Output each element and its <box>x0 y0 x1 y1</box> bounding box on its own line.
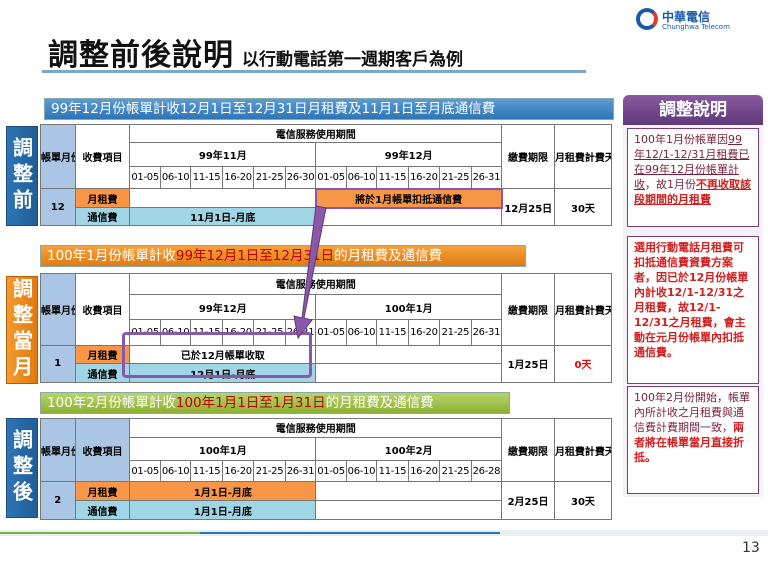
section-banner-before: 99年12月份帳單計收12月1日至12月31日月租費及11月1日至月底通信費 <box>44 98 614 120</box>
panel-title: 調整說明 <box>623 95 763 125</box>
day-range: 06-10 <box>345 460 378 483</box>
row-label-comm: 通信費 <box>74 500 131 520</box>
header-billing-month: 帳單月份 <box>40 273 76 346</box>
day-range: 01-05 <box>315 166 347 190</box>
day-range: 06-10 <box>345 319 378 346</box>
header-period: 電信服務使用期間 <box>129 418 503 438</box>
side-label-transition: 調整當月 <box>6 276 38 384</box>
month-label: 100年1月 <box>129 436 317 462</box>
comm-period-bar: 11月1日-月底 <box>129 207 317 226</box>
bill-month-value: 2 <box>40 481 76 520</box>
highlight-frame <box>122 332 312 378</box>
day-range: 16-20 <box>407 166 441 190</box>
day-range: 11-15 <box>190 460 223 483</box>
page-number: 13 <box>742 540 760 556</box>
day-range: 21-25 <box>253 460 286 483</box>
header-due: 繳費期限 <box>501 123 555 190</box>
due-date: 2月25日 <box>501 481 555 520</box>
title-divider <box>42 70 586 73</box>
month-label: 99年12月 <box>129 293 317 321</box>
day-range: 21-25 <box>439 460 472 483</box>
day-range: 16-20 <box>407 460 441 483</box>
note-box-1: 100年1月份帳單因99年12/1-12/31月租費已在99年12月份帳單計收，… <box>627 128 759 227</box>
bill-month-value: 12 <box>40 188 76 226</box>
days-value: 0天 <box>553 344 613 384</box>
side-label-before: 調整前 <box>6 126 38 226</box>
footer-stripe <box>0 530 768 536</box>
section-banner-transition: 100年1月份帳單計收99年12月1日至12月31日的月租費及通信費 <box>40 245 526 267</box>
comm-period-bar: 1月1日-月底 <box>129 500 317 520</box>
day-range: 16-20 <box>407 319 441 346</box>
rent-period-bar: 將於1月帳單扣抵通信費 <box>314 187 503 209</box>
day-range: 11-15 <box>376 319 409 346</box>
header-period: 電信服務使用期間 <box>129 124 503 143</box>
note-box-3: 100年2月份開始，帳單內所計收之月租費與通信費計費期間一致，兩者將在帳單當月直… <box>627 386 759 494</box>
day-range: 16-20 <box>221 460 255 483</box>
rent-period-bar: 1月1日-月底 <box>129 481 317 502</box>
month-label: 99年12月 <box>315 141 503 168</box>
day-range: 01-05 <box>129 166 161 190</box>
day-range: 01-05 <box>315 460 347 483</box>
header-due: 繳費期限 <box>501 273 555 346</box>
page-title: 調整前後說明 以行動電話第一週期客戶為例 <box>48 38 463 73</box>
table-after: 帳單月份 收費項目 電信服務使用期間 繳費期限 月租費計費天數 100年1月 1… <box>40 417 613 520</box>
day-range: 16-20 <box>221 166 255 190</box>
day-range: 26-28 <box>470 460 503 483</box>
row-label-comm: 通信費 <box>74 207 131 226</box>
bill-month-value: 1 <box>40 344 76 384</box>
logo-subtext: Chunghwa Telecom <box>662 23 730 31</box>
day-range: 06-10 <box>159 166 192 190</box>
day-range: 01-05 <box>129 460 161 483</box>
day-range: 26-31 <box>470 319 503 346</box>
header-due: 繳費期限 <box>501 417 555 483</box>
due-date: 12月25日 <box>501 188 555 226</box>
day-range: 06-10 <box>345 166 378 190</box>
days-value: 30天 <box>553 481 613 520</box>
logo-icon <box>636 8 658 30</box>
header-item: 收費項目 <box>74 123 131 190</box>
month-label: 100年2月 <box>315 436 503 462</box>
month-label: 99年11月 <box>129 141 317 168</box>
header-days: 月租費計費天數 <box>553 123 613 190</box>
row-label-rent: 月租費 <box>74 188 131 209</box>
header-billing-month: 帳單月份 <box>40 417 76 483</box>
note-box-2: 選用行動電話月租費可扣抵通信費資費方案者，因已於12月份帳單內計收12/1-12… <box>627 236 759 384</box>
header-days: 月租費計費天數 <box>553 417 613 483</box>
day-range: 26-31 <box>470 166 503 190</box>
day-range: 11-15 <box>190 166 223 190</box>
header-days: 月租費計費天數 <box>553 273 613 346</box>
company-logo: 中華電信 Chunghwa Telecom <box>636 8 756 38</box>
page-subtitle: 以行動電話第一週期客戶為例 <box>242 50 463 70</box>
day-range: 11-15 <box>376 460 409 483</box>
due-date: 1月25日 <box>501 344 555 384</box>
header-item: 收費項目 <box>74 417 131 483</box>
header-billing-month: 帳單月份 <box>40 123 76 190</box>
day-range: 21-25 <box>439 319 472 346</box>
day-range: 06-10 <box>159 460 192 483</box>
day-range: 21-25 <box>439 166 472 190</box>
day-range: 26-30 <box>284 166 317 190</box>
day-range: 26-31 <box>284 460 317 483</box>
month-label: 100年1月 <box>315 293 503 321</box>
row-label-rent: 月租費 <box>74 481 131 502</box>
day-range: 21-25 <box>253 166 286 190</box>
days-value: 30天 <box>553 188 613 226</box>
day-range: 11-15 <box>376 166 409 190</box>
side-label-after: 調整後 <box>6 418 38 518</box>
section-banner-after: 100年2月份帳單計收100年1月1日至1月31日的月租費及通信費 <box>40 392 510 414</box>
transfer-arrow-icon <box>293 205 327 340</box>
